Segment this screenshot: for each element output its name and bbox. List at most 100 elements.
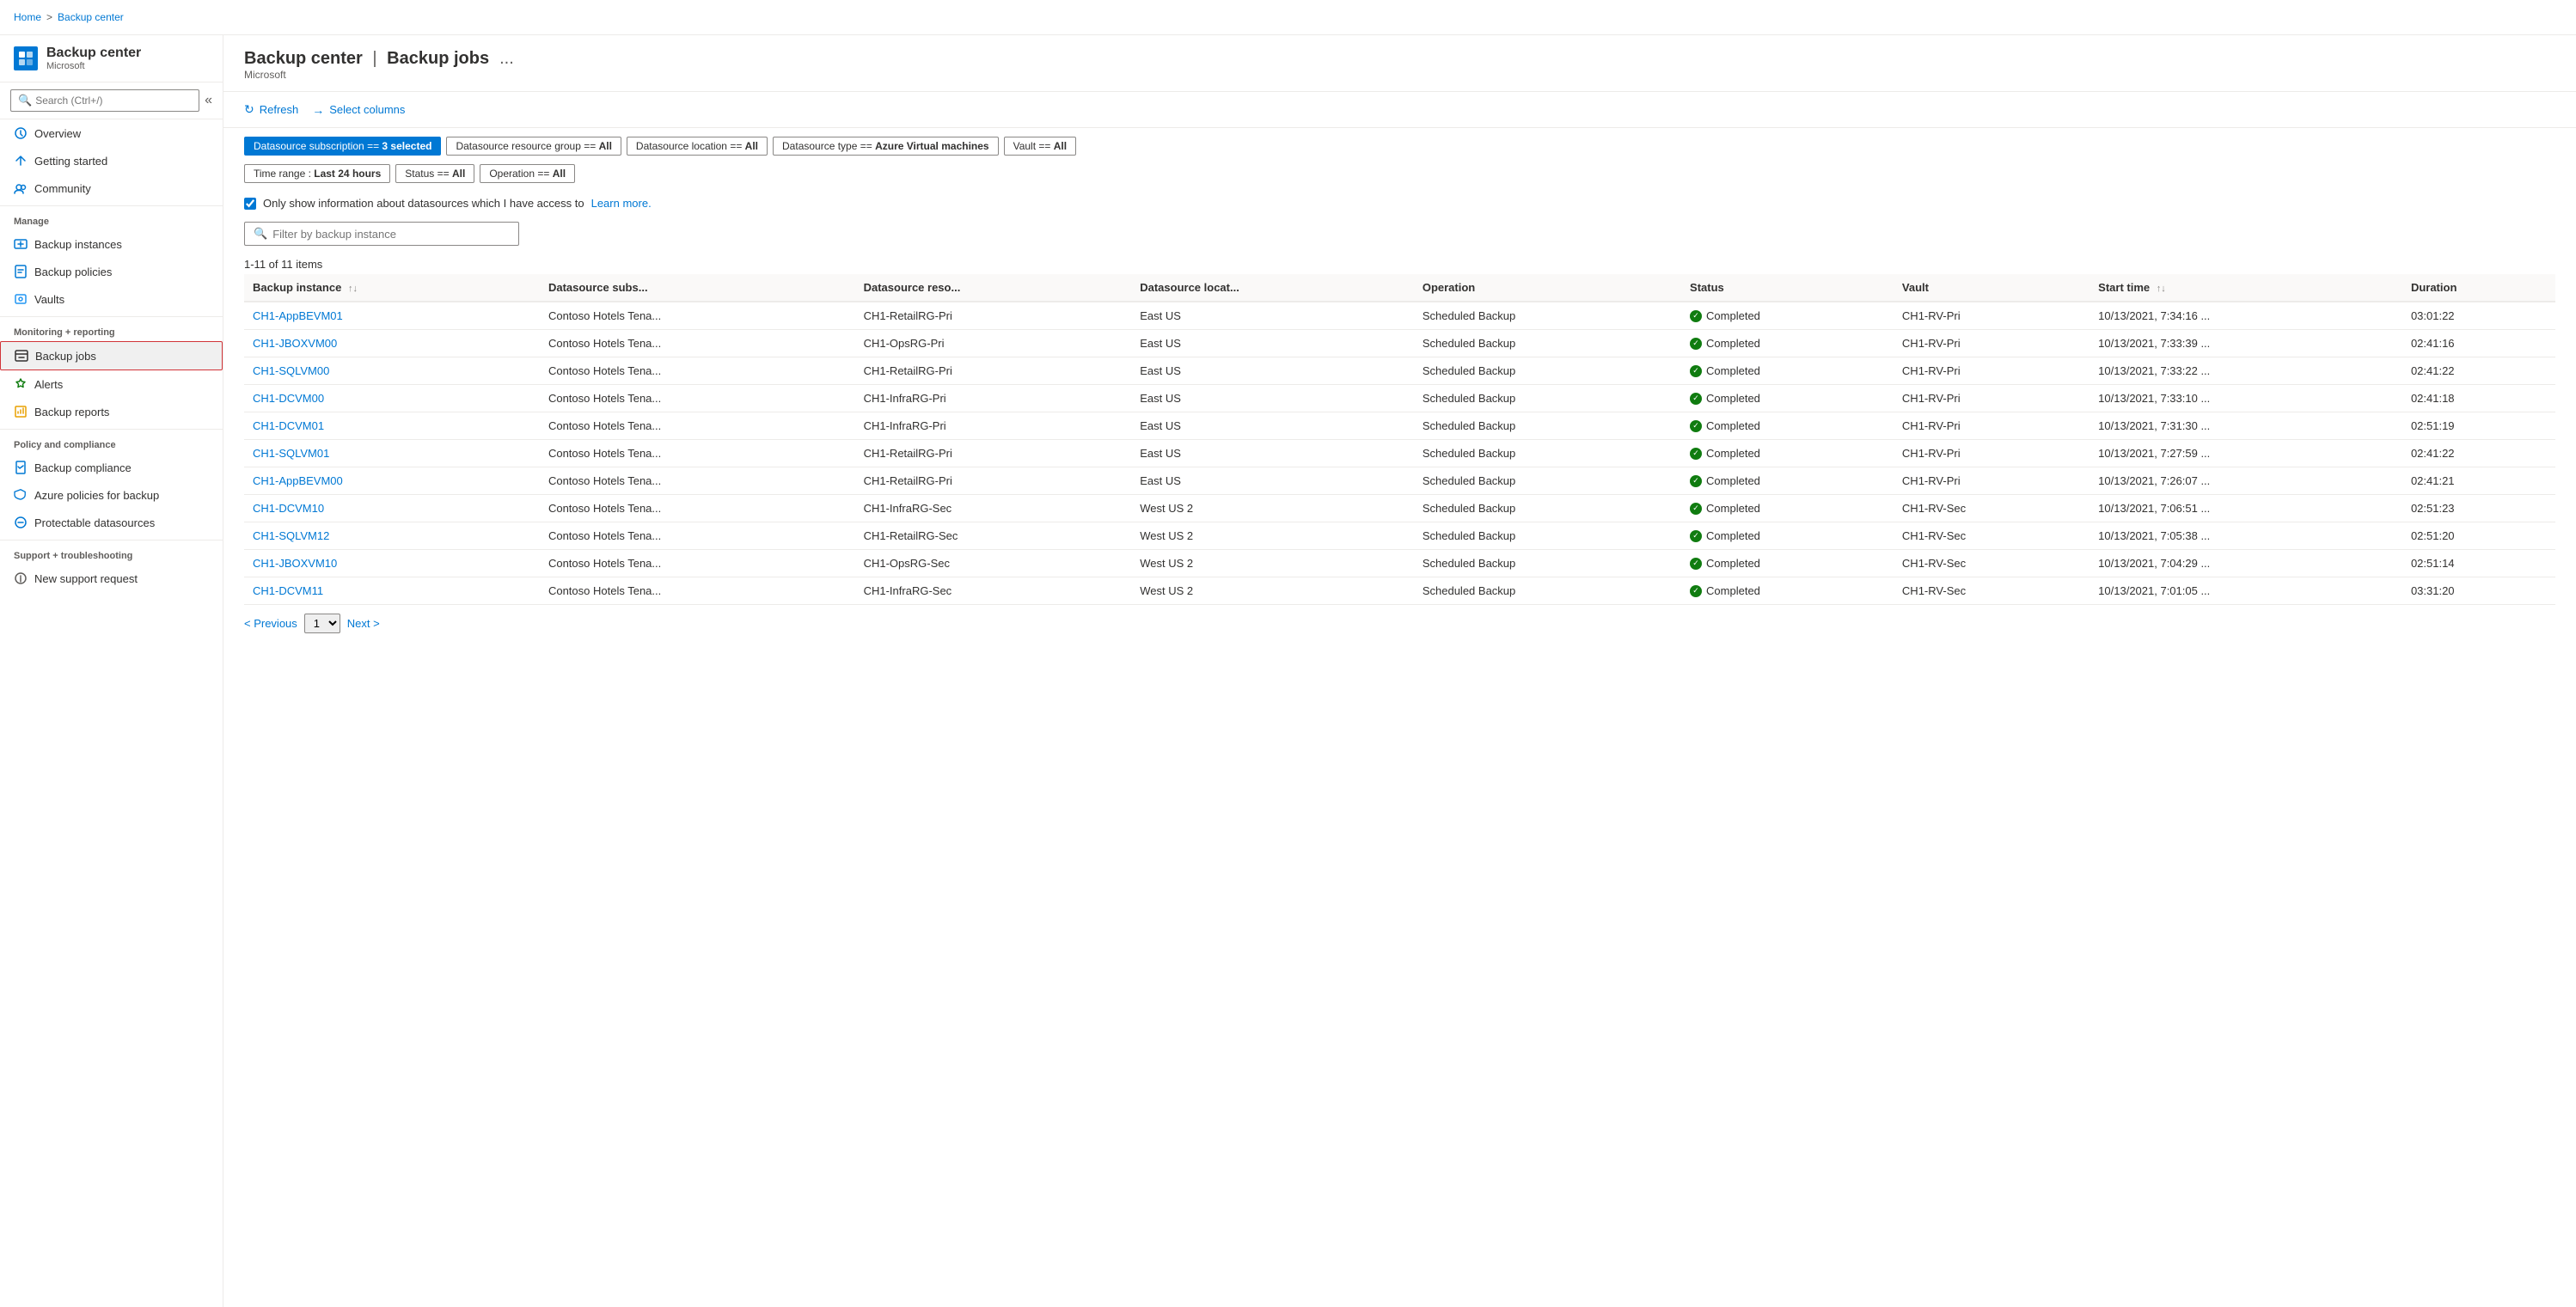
filter-datasource-location[interactable]: Datasource location == All	[627, 137, 768, 156]
filter-time-range[interactable]: Time range : Last 24 hours	[244, 164, 390, 183]
filter-backup-instance-input[interactable]	[272, 228, 510, 241]
filter-datasource-subscription[interactable]: Datasource subscription == 3 selected	[244, 137, 441, 156]
cell-vault: CH1-RV-Pri	[1894, 357, 2090, 385]
sidebar-item-overview[interactable]: Overview	[0, 119, 223, 147]
cell-operation: Scheduled Backup	[1414, 357, 1681, 385]
cell-backup-instance[interactable]: CH1-SQLVM01	[244, 440, 540, 467]
backup-policies-icon	[14, 265, 28, 278]
previous-page-button[interactable]: < Previous	[244, 617, 297, 630]
cell-start-time: 10/13/2021, 7:27:59 ...	[2090, 440, 2402, 467]
sidebar-item-getting-started[interactable]: Getting started	[0, 147, 223, 174]
sidebar-search-box[interactable]: 🔍	[10, 89, 199, 112]
select-columns-button[interactable]: → Select columns	[312, 100, 405, 120]
cell-backup-instance[interactable]: CH1-DCVM00	[244, 385, 540, 412]
sidebar-item-backup-jobs[interactable]: Backup jobs	[0, 341, 223, 370]
cell-start-time: 10/13/2021, 7:06:51 ...	[2090, 495, 2402, 522]
filter-search-icon: 🔍	[254, 227, 267, 241]
cell-datasource-reso: CH1-RetailRG-Pri	[855, 440, 1132, 467]
sidebar-item-label-protectable-datasources: Protectable datasources	[34, 516, 155, 529]
cell-backup-instance[interactable]: CH1-AppBEVM01	[244, 302, 540, 330]
cell-backup-instance[interactable]: CH1-SQLVM12	[244, 522, 540, 550]
cell-vault: CH1-RV-Pri	[1894, 302, 2090, 330]
col-backup-instance[interactable]: Backup instance ↑↓	[244, 274, 540, 302]
sidebar-item-community[interactable]: Community	[0, 174, 223, 202]
cell-datasource-subs: Contoso Hotels Tena...	[540, 495, 855, 522]
cell-backup-instance[interactable]: CH1-JBOXVM10	[244, 550, 540, 577]
col-start-time[interactable]: Start time ↑↓	[2090, 274, 2402, 302]
filter-datasource-type[interactable]: Datasource type == Azure Virtual machine…	[773, 137, 999, 156]
status-label: Completed	[1706, 419, 1760, 432]
next-page-button[interactable]: Next >	[347, 617, 380, 630]
vaults-icon	[14, 292, 28, 306]
status-label: Completed	[1706, 447, 1760, 460]
table-row: CH1-JBOXVM00 Contoso Hotels Tena... CH1-…	[244, 330, 2555, 357]
breadcrumb-backup-center[interactable]: Backup center	[58, 11, 124, 23]
cell-vault: CH1-RV-Pri	[1894, 412, 2090, 440]
col-vault: Vault	[1894, 274, 2090, 302]
cell-status: ✓ Completed	[1681, 467, 1894, 495]
cell-duration: 02:51:20	[2402, 522, 2555, 550]
cell-datasource-locat: East US	[1131, 412, 1414, 440]
sidebar-item-backup-reports[interactable]: Backup reports	[0, 398, 223, 425]
sidebar-item-backup-instances[interactable]: Backup instances	[0, 230, 223, 258]
table-row: CH1-SQLVM00 Contoso Hotels Tena... CH1-R…	[244, 357, 2555, 385]
cell-backup-instance[interactable]: CH1-SQLVM00	[244, 357, 540, 385]
cell-duration: 02:51:19	[2402, 412, 2555, 440]
checkbox-row: Only show information about datasources …	[223, 192, 2576, 215]
table-row: CH1-AppBEVM00 Contoso Hotels Tena... CH1…	[244, 467, 2555, 495]
filter-vault[interactable]: Vault == All	[1004, 137, 1077, 156]
cell-duration: 02:41:21	[2402, 467, 2555, 495]
col-operation: Operation	[1414, 274, 1681, 302]
filter-operation[interactable]: Operation == All	[480, 164, 575, 183]
cell-start-time: 10/13/2021, 7:01:05 ...	[2090, 577, 2402, 605]
refresh-icon: ↻	[244, 102, 254, 117]
cell-backup-instance[interactable]: CH1-DCVM01	[244, 412, 540, 440]
jobs-table: Backup instance ↑↓ Datasource subs... Da…	[244, 274, 2555, 605]
breadcrumb-separator: >	[46, 11, 52, 23]
cell-duration: 03:01:22	[2402, 302, 2555, 330]
cell-datasource-locat: West US 2	[1131, 550, 1414, 577]
page-more-button[interactable]: ...	[499, 49, 514, 69]
cell-start-time: 10/13/2021, 7:31:30 ...	[2090, 412, 2402, 440]
cell-status: ✓ Completed	[1681, 522, 1894, 550]
page-number-select[interactable]: 1	[304, 614, 340, 633]
learn-more-link[interactable]: Learn more.	[591, 197, 652, 210]
nav-section-monitoring: Monitoring + reporting	[0, 316, 223, 341]
sidebar-item-label-new-support-request: New support request	[34, 572, 138, 585]
cell-backup-instance[interactable]: CH1-DCVM10	[244, 495, 540, 522]
new-support-request-icon	[14, 571, 28, 585]
sidebar-item-vaults[interactable]: Vaults	[0, 285, 223, 313]
cell-backup-instance[interactable]: CH1-DCVM11	[244, 577, 540, 605]
filter-input-box[interactable]: 🔍	[244, 222, 519, 246]
cell-datasource-locat: West US 2	[1131, 577, 1414, 605]
refresh-button[interactable]: ↻ Refresh	[244, 99, 298, 120]
sidebar-item-new-support-request[interactable]: New support request	[0, 565, 223, 592]
cell-operation: Scheduled Backup	[1414, 330, 1681, 357]
cell-datasource-reso: CH1-OpsRG-Sec	[855, 550, 1132, 577]
sidebar-item-protectable-datasources[interactable]: Protectable datasources	[0, 509, 223, 536]
cell-backup-instance[interactable]: CH1-JBOXVM00	[244, 330, 540, 357]
azure-policies-icon	[14, 488, 28, 502]
filter-datasource-resource-group[interactable]: Datasource resource group == All	[446, 137, 621, 156]
overview-icon	[14, 126, 28, 140]
status-completed-icon: ✓	[1690, 393, 1702, 405]
sidebar-item-azure-policies[interactable]: Azure policies for backup	[0, 481, 223, 509]
status-label: Completed	[1706, 474, 1760, 487]
status-completed-icon: ✓	[1690, 310, 1702, 322]
cell-vault: CH1-RV-Pri	[1894, 440, 2090, 467]
status-completed-icon: ✓	[1690, 558, 1702, 570]
sidebar-item-backup-policies[interactable]: Backup policies	[0, 258, 223, 285]
sidebar-item-alerts[interactable]: Alerts	[0, 370, 223, 398]
breadcrumb-home[interactable]: Home	[14, 11, 41, 23]
cell-vault: CH1-RV-Pri	[1894, 467, 2090, 495]
nav-section-policy: Policy and compliance	[0, 429, 223, 454]
cell-backup-instance[interactable]: CH1-AppBEVM00	[244, 467, 540, 495]
sidebar-item-backup-compliance[interactable]: Backup compliance	[0, 454, 223, 481]
count-row: 1-11 of 11 items	[223, 253, 2576, 274]
filter-status[interactable]: Status == All	[395, 164, 474, 183]
sidebar-app-title: Backup center	[46, 46, 141, 61]
collapse-button[interactable]: «	[205, 93, 212, 108]
sidebar-search-input[interactable]	[35, 95, 192, 107]
access-filter-checkbox[interactable]	[244, 198, 256, 210]
cell-operation: Scheduled Backup	[1414, 495, 1681, 522]
